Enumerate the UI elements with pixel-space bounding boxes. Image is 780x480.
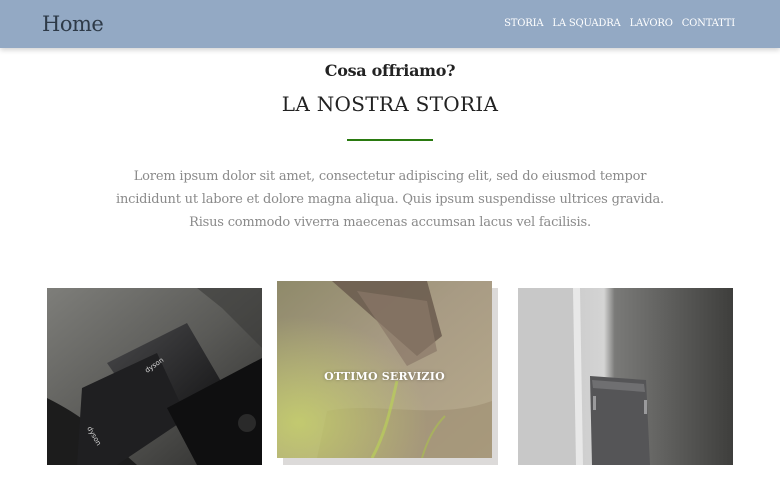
- portfolio-card-2[interactable]: OTTIMO SERVIZIO: [277, 281, 492, 458]
- section-subtitle: Cosa offriamo?: [324, 61, 456, 80]
- brand-home-link[interactable]: Home: [42, 12, 104, 36]
- navbar: Home STORIA LA SQUADRA LAVORO CONTATTI: [0, 0, 780, 48]
- dyson-device-image: [518, 288, 733, 465]
- nav-link-lavoro[interactable]: LAVORO: [630, 18, 673, 29]
- section-text: Lorem ipsum dolor sit amet, consectetur …: [116, 169, 664, 230]
- portfolio-card-1[interactable]: dyson dyson: [47, 288, 262, 465]
- card-caption: OTTIMO SERVIZIO: [324, 370, 445, 383]
- main-nav: STORIA LA SQUADRA LAVORO CONTATTI: [504, 18, 735, 29]
- section-title: LA NOSTRA STORIA: [281, 92, 499, 116]
- dyson-hair-dryer-image: dyson dyson: [47, 288, 262, 465]
- nav-link-contatti[interactable]: CONTATTI: [682, 18, 735, 29]
- nav-link-la-squadra[interactable]: LA SQUADRA: [552, 18, 620, 29]
- title-divider: [347, 139, 433, 141]
- portfolio-card-3[interactable]: [518, 288, 733, 465]
- nav-link-storia[interactable]: STORIA: [504, 18, 543, 29]
